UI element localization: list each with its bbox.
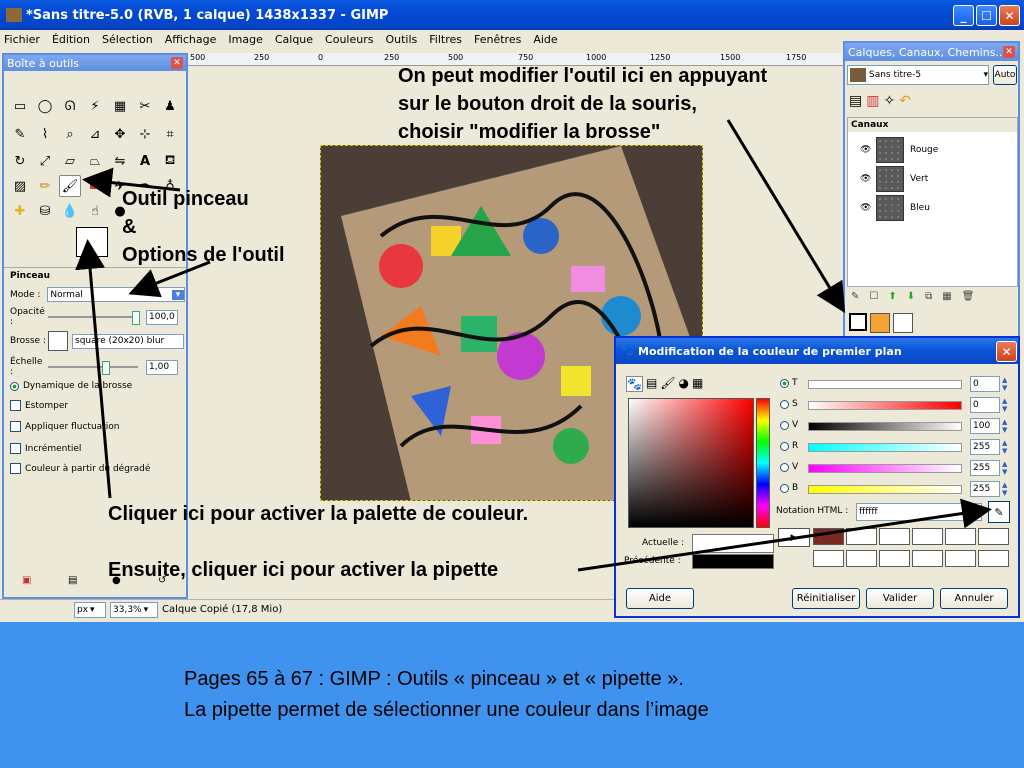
caption-line: Pages 65 à 67 : GIMP : Outils « pinceau … — [184, 668, 684, 690]
arrow-to-eyedropper — [577, 498, 992, 572]
arrow-to-paintbrush — [82, 167, 181, 198]
arrow-to-brush-dock — [726, 119, 846, 314]
slide-caption: Pages 65 à 67 : GIMP : Outils « pinceau … — [184, 664, 884, 726]
arrow-to-color-swatch — [75, 239, 112, 499]
caption-line: La pipette permet de sélectionner une co… — [184, 699, 709, 721]
arrow-to-options — [128, 260, 211, 298]
annotation-arrows — [75, 119, 992, 572]
